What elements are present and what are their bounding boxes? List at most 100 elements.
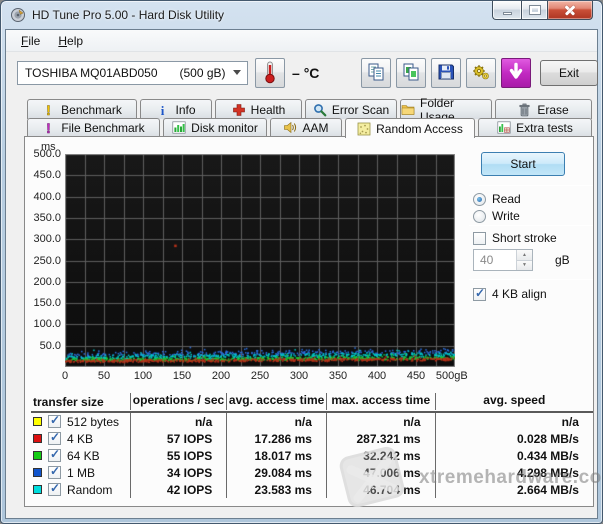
tab-label: Health [251,103,286,117]
tab-error-scan[interactable]: Error Scan [305,99,397,119]
random-access-page: ms 500.0450.0400.0350.0300.0250.0200.015… [24,136,594,507]
value-cell: n/a [227,415,326,429]
radio-label: Read [492,192,521,206]
folder-icon [401,103,415,117]
tab-file-benchmark[interactable]: !File Benchmark [27,118,160,137]
value-cell: 42 IOPS [131,483,227,497]
temperature-value: – °C [292,65,319,81]
temperature-button[interactable] [255,58,285,88]
transfer-size-cell: 512 bytes [31,415,130,429]
close-button[interactable] [548,1,593,20]
transfer-size-label: 4 KB [67,432,93,446]
series-color-swatch [33,468,42,477]
tab-label: Disk monitor [191,121,258,135]
random-access-chart [65,154,455,367]
x-tick-label: 200 [212,370,230,382]
series-color-swatch [33,485,42,494]
toolbar-buttons [361,58,531,88]
toolbar: TOSHIBA MQ01ABD050 (500 gB) – °C Exit [6,52,597,96]
series-checkbox[interactable] [48,415,61,428]
menu-file[interactable]: File [12,31,49,51]
checkbox-icon [473,232,486,245]
short-stroke-size-value: 40 [474,250,516,270]
copy-image-icon [401,62,421,85]
transfer-size-cell: Random [31,483,130,497]
erase-icon [518,103,532,117]
mode-radio-read[interactable]: Read [473,192,521,206]
tab-aam[interactable]: AAM [270,118,342,137]
svg-text:!: ! [46,103,51,117]
checkbox-icon [473,288,486,301]
options-button[interactable] [466,58,496,88]
y-tick-label: 300.0 [25,233,61,245]
value-cell: 34 IOPS [131,466,227,480]
chevron-down-icon [233,70,241,75]
panel-separator [469,185,593,186]
value-cell: 29.084 ms [227,466,326,480]
table-header-4: avg. speed [436,393,593,410]
value-cell: 57 IOPS [131,432,227,446]
value-cell: n/a [131,415,227,429]
minimize-button[interactable] [492,1,521,20]
tab-label: Erase [537,103,568,117]
random-access-icon [357,122,371,136]
stepper-down-icon[interactable]: ▼ [517,261,532,271]
x-tick-label: 50 [98,370,110,382]
transfer-size-cell: 4 KB [31,432,130,446]
maximize-icon [530,6,540,14]
series-color-swatch [33,434,42,443]
table-row: 512 bytesn/an/an/an/a [31,413,593,430]
error-scan-icon [313,103,327,117]
radio-label: Write [492,209,520,223]
results-table-header: transfer sizeoperations / secavg. access… [31,393,593,410]
menu-help[interactable]: Help [49,31,92,51]
start-button[interactable]: Start [481,152,565,176]
tab-erase[interactable]: Erase [495,99,592,119]
y-tick-label: 250.0 [25,255,61,267]
mode-radio-write[interactable]: Write [473,209,520,223]
align-checkbox[interactable]: 4 KB align [473,287,547,301]
tab-folder-usage[interactable]: Folder Usage [400,99,492,119]
maximize-button[interactable] [521,1,548,20]
tab-info[interactable]: iInfo [140,99,212,119]
tab-extra-tests[interactable]: Extra tests [478,118,592,137]
value-cell: n/a [327,415,435,429]
capture-button[interactable] [501,58,531,88]
info-icon: i [156,103,170,117]
x-tick-label: 250 [251,370,269,382]
panel-separator [469,225,593,226]
x-tick-label: 0 [62,370,68,382]
short-stroke-checkbox[interactable]: Short stroke [473,231,557,245]
aam-icon [283,121,297,135]
stepper-up-icon[interactable]: ▲ [517,250,532,261]
transfer-size-label: 1 MB [67,466,95,480]
value-cell: 23.583 ms [227,483,326,497]
save-button[interactable] [431,58,461,88]
drive-selector[interactable]: TOSHIBA MQ01ABD050 (500 gB) [17,61,248,85]
tab-health[interactable]: Health [215,99,302,119]
table-header-3: max. access time [327,393,435,410]
series-checkbox[interactable] [48,466,61,479]
value-cell: 18.017 ms [227,449,326,463]
table-header-0: transfer size [31,393,130,410]
save-icon [436,62,456,85]
tab-benchmark[interactable]: !Benchmark [27,99,137,119]
series-checkbox[interactable] [48,449,61,462]
y-tick-label: 150.0 [25,297,61,309]
window-title: HD Tune Pro 5.00 - Hard Disk Utility [32,8,224,22]
minimize-icon [503,12,512,15]
table-header-2: avg. access time [227,393,326,410]
short-stroke-label: Short stroke [492,231,557,245]
series-checkbox[interactable] [48,483,61,496]
tab-random-access[interactable]: Random Access [345,118,475,138]
x-tick-label: 500gB [436,370,468,382]
series-checkbox[interactable] [48,432,61,445]
exit-button[interactable]: Exit [540,60,598,86]
tab-label: Error Scan [332,103,389,117]
copy-icon [366,62,386,85]
options-icon [471,62,491,85]
tab-disk-monitor[interactable]: Disk monitor [163,118,267,137]
short-stroke-size-stepper[interactable]: 40 ▲ ▼ [473,249,533,271]
copy-text-button[interactable] [361,58,391,88]
copy-image-button[interactable] [396,58,426,88]
